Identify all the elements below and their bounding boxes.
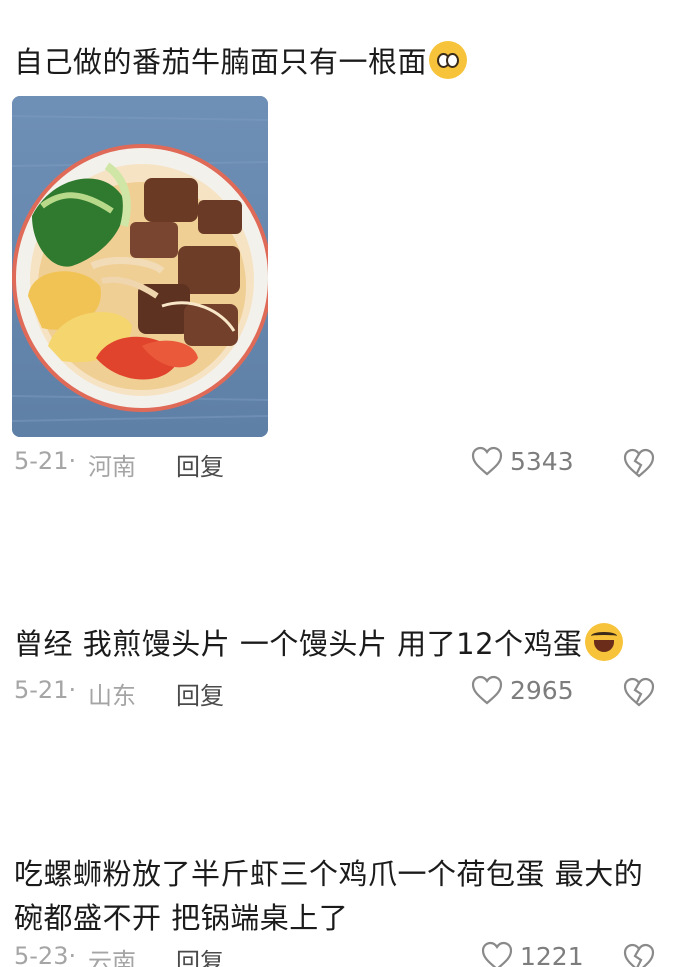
reply-button[interactable]: 回复 bbox=[176, 676, 224, 711]
broken-heart-icon[interactable] bbox=[622, 676, 656, 708]
comment-meta: 5-21· 河南 回复 5343 bbox=[0, 443, 690, 483]
comment-meta: 5-23· 云南 回复 1221 bbox=[0, 938, 690, 967]
comment-date: 5-21· bbox=[14, 676, 77, 704]
like-button[interactable]: 1221 bbox=[480, 940, 584, 967]
heart-outline-icon bbox=[471, 446, 503, 476]
comment-photo[interactable] bbox=[12, 96, 268, 437]
broken-heart-icon[interactable] bbox=[622, 447, 656, 479]
like-count: 2965 bbox=[510, 675, 574, 705]
comment-item: 自己做的番茄牛腩面只有一根面 5-21· 河南 回复 5343 bbox=[0, 40, 690, 481]
like-button[interactable]: 5343 bbox=[470, 445, 574, 477]
comment-location: 山东 bbox=[88, 682, 136, 710]
comment-text: 曾经 我煎馒头片 一个馒头片 用了12个鸡蛋 bbox=[14, 622, 654, 666]
comment-date: 5-21· bbox=[14, 447, 77, 475]
comment-text: 吃螺蛳粉放了半斤虾三个鸡爪一个荷包蛋 最大的碗都盛不开 把锅端桌上了 bbox=[14, 857, 644, 935]
noodle-bowl-image bbox=[12, 96, 268, 437]
comment-text: 自己做的番茄牛腩面只有一根面 bbox=[14, 40, 654, 84]
like-count: 5343 bbox=[510, 446, 574, 476]
comment-location: 云南 bbox=[88, 948, 136, 967]
heart-outline-icon bbox=[481, 941, 513, 967]
broken-heart-icon[interactable] bbox=[622, 942, 656, 967]
comment-location: 河南 bbox=[88, 453, 136, 481]
comment-meta: 5-21· 山东 回复 2965 bbox=[0, 672, 690, 712]
comment-item: 曾经 我煎馒头片 一个馒头片 用了12个鸡蛋 5-21· 山东 回复 2965 bbox=[0, 622, 690, 710]
pleading-face-emoji-icon bbox=[429, 41, 468, 79]
rolling-laughing-emoji-icon bbox=[584, 623, 623, 661]
comment-date: 5-23· bbox=[14, 942, 77, 967]
comment-body: 自己做的番茄牛腩面只有一根面 bbox=[14, 45, 428, 79]
comment-item: 吃螺蛳粉放了半斤虾三个鸡爪一个荷包蛋 最大的碗都盛不开 把锅端桌上了 5-23·… bbox=[0, 852, 690, 967]
reply-button[interactable]: 回复 bbox=[176, 447, 224, 482]
comment-body: 曾经 我煎馒头片 一个馒头片 用了12个鸡蛋 bbox=[14, 627, 583, 661]
like-count: 1221 bbox=[520, 941, 584, 967]
heart-outline-icon bbox=[471, 675, 503, 705]
like-button[interactable]: 2965 bbox=[470, 674, 574, 706]
reply-button[interactable]: 回复 bbox=[176, 942, 224, 967]
